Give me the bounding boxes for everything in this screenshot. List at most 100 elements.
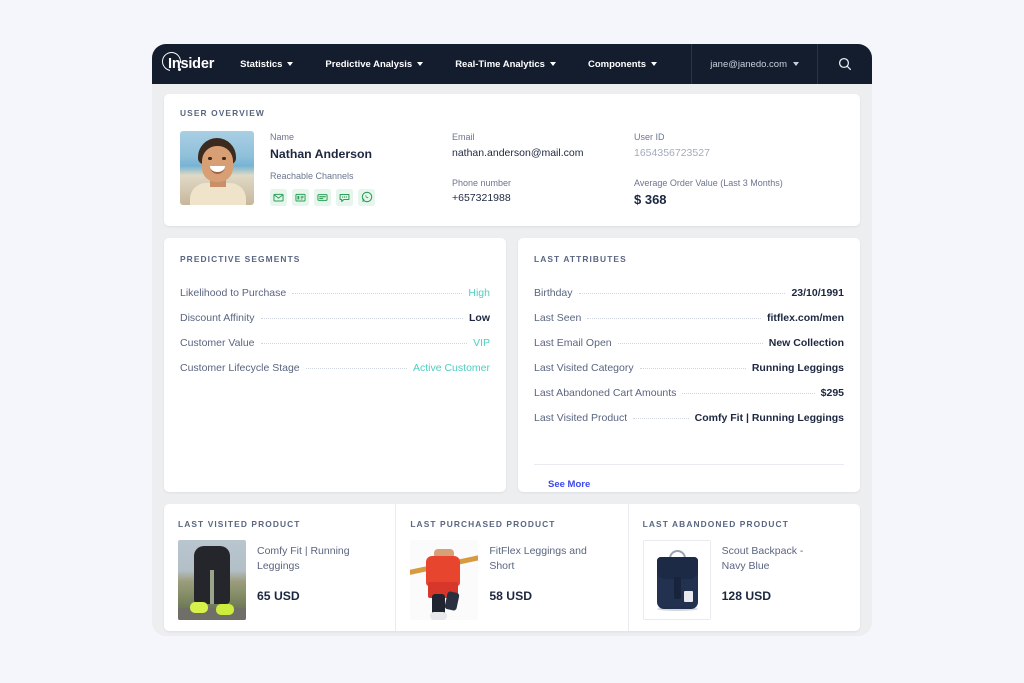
field-reachable-channels: Reachable Channels: [270, 170, 452, 206]
field-email: Email nathan.anderson@mail.com: [452, 131, 634, 161]
attribute-row: Last Visited Category Running Leggings: [534, 355, 844, 380]
attribute-label: Last Visited Category: [534, 362, 634, 374]
attribute-label: Birthday: [534, 287, 573, 299]
product-name: FitFlex Leggings and Short: [489, 544, 597, 574]
user-overview-card: USER OVERVIEW Name Nathan Anderson: [164, 94, 860, 226]
channel-whatsapp[interactable]: [358, 189, 375, 206]
leader-dots: [261, 318, 463, 319]
segment-row: Discount Affinity Low: [180, 305, 490, 330]
nav-item-predictive-analysis[interactable]: Predictive Analysis: [309, 44, 439, 84]
last-abandoned-product: LAST ABANDONED PRODUCT Scout Backpack - …: [628, 504, 860, 631]
email-icon: [273, 192, 284, 203]
name-label: Name: [270, 131, 452, 145]
nav-item-label: Real-Time Analytics: [455, 59, 545, 70]
nav-item-label: Components: [588, 59, 646, 70]
leader-dots: [682, 393, 814, 394]
last-purchased-product: LAST PURCHASED PRODUCT FitFlex Leggings …: [395, 504, 627, 631]
nav-item-statistics[interactable]: Statistics: [224, 44, 309, 84]
last-attributes-card: LAST ATTRIBUTES Birthday 23/10/1991 Last…: [518, 238, 860, 492]
page-content: USER OVERVIEW Name Nathan Anderson: [152, 84, 872, 636]
field-user-id: User ID 1654356723527: [634, 131, 844, 161]
attribute-label: Last Visited Product: [534, 412, 627, 424]
leader-dots: [633, 418, 688, 419]
segment-label: Customer Value: [180, 337, 255, 349]
segment-value: High: [468, 287, 490, 299]
chevron-down-icon: [793, 62, 799, 66]
products-card: LAST VISITED PRODUCT Comfy Fit | Running…: [164, 504, 860, 631]
leader-dots: [579, 293, 786, 294]
phone-label: Phone number: [452, 177, 634, 191]
search-icon: [838, 57, 852, 71]
predictive-segments-card: PREDICTIVE SEGMENTS Likelihood to Purcha…: [164, 238, 506, 492]
web-push-icon: [295, 192, 306, 203]
see-more-section: See More: [534, 464, 844, 492]
product-thumbnail[interactable]: [410, 540, 478, 620]
channel-web-push[interactable]: [292, 189, 309, 206]
name-value: Nathan Anderson: [270, 146, 452, 164]
whatsapp-icon: [361, 191, 373, 203]
attribute-label: Last Abandoned Cart Amounts: [534, 387, 676, 399]
phone-value: +657321988: [452, 191, 634, 206]
attribute-label: Last Seen: [534, 312, 581, 324]
attribute-value: $295: [821, 387, 844, 399]
reachable-channels-list: [270, 189, 452, 206]
product-price: 65 USD: [257, 589, 365, 620]
chevron-down-icon: [287, 62, 293, 66]
user-id-value: 1654356723527: [634, 146, 844, 161]
avatar: [180, 131, 254, 205]
aov-label: Average Order Value (Last 3 Months): [634, 177, 844, 191]
attribute-value: 23/10/1991: [791, 287, 844, 299]
segment-label: Discount Affinity: [180, 312, 255, 324]
channel-on-site-banner[interactable]: [314, 189, 331, 206]
segment-label: Customer Lifecycle Stage: [180, 362, 300, 374]
channel-sms[interactable]: [336, 189, 353, 206]
nav-item-components[interactable]: Components: [572, 44, 673, 84]
see-more-link[interactable]: See More: [548, 479, 590, 490]
attribute-value: Running Leggings: [752, 362, 844, 374]
attribute-value: Comfy Fit | Running Leggings: [695, 412, 844, 424]
account-email: jane@janedo.com: [710, 59, 787, 70]
leader-dots: [261, 343, 468, 344]
attribute-label: Last Email Open: [534, 337, 612, 349]
sms-icon: [339, 192, 350, 203]
segment-value: Active Customer: [413, 362, 490, 374]
navbar-right: jane@janedo.com: [691, 44, 872, 84]
chevron-down-icon: [550, 62, 556, 66]
reachable-channels-label: Reachable Channels: [270, 170, 452, 184]
attribute-row: Birthday 23/10/1991: [534, 280, 844, 305]
field-average-order-value: Average Order Value (Last 3 Months) $ 36…: [634, 177, 844, 210]
top-navbar: Insider Statistics Predictive Analysis R…: [152, 44, 872, 84]
brand-logo[interactable]: Insider: [152, 44, 224, 84]
segment-value: Low: [469, 312, 490, 324]
user-id-label: User ID: [634, 131, 844, 145]
last-attributes-rows: Birthday 23/10/1991 Last Seen fitflex.co…: [534, 280, 844, 430]
leader-dots: [306, 368, 407, 369]
chevron-down-icon: [417, 62, 423, 66]
on-site-banner-icon: [317, 192, 328, 203]
last-attributes-title: LAST ATTRIBUTES: [534, 254, 844, 264]
nav-item-label: Statistics: [240, 59, 282, 70]
product-price: 128 USD: [722, 589, 830, 620]
product-thumbnail[interactable]: [178, 540, 246, 620]
segment-row: Likelihood to Purchase High: [180, 280, 490, 305]
field-name: Name Nathan Anderson: [270, 131, 452, 163]
channel-email[interactable]: [270, 189, 287, 206]
last-abandoned-product-title: LAST ABANDONED PRODUCT: [643, 519, 846, 529]
app-window: Insider Statistics Predictive Analysis R…: [152, 44, 872, 636]
product-thumbnail[interactable]: [643, 540, 711, 620]
nav-item-real-time-analytics[interactable]: Real-Time Analytics: [439, 44, 572, 84]
predictive-segments-rows: Likelihood to Purchase High Discount Aff…: [180, 280, 490, 380]
product-price: 58 USD: [489, 589, 597, 620]
predictive-segments-title: PREDICTIVE SEGMENTS: [180, 254, 490, 264]
email-label: Email: [452, 131, 634, 145]
product-name: Comfy Fit | Running Leggings: [257, 544, 365, 574]
nav-item-label: Predictive Analysis: [325, 59, 412, 70]
account-menu[interactable]: jane@janedo.com: [692, 44, 817, 84]
attribute-value: fitflex.com/men: [767, 312, 844, 324]
field-phone: Phone number +657321988: [452, 177, 634, 207]
leader-dots: [587, 318, 761, 319]
search-button[interactable]: [818, 44, 872, 84]
last-purchased-product-title: LAST PURCHASED PRODUCT: [410, 519, 613, 529]
segment-value: VIP: [473, 337, 490, 349]
attribute-row: Last Seen fitflex.com/men: [534, 305, 844, 330]
